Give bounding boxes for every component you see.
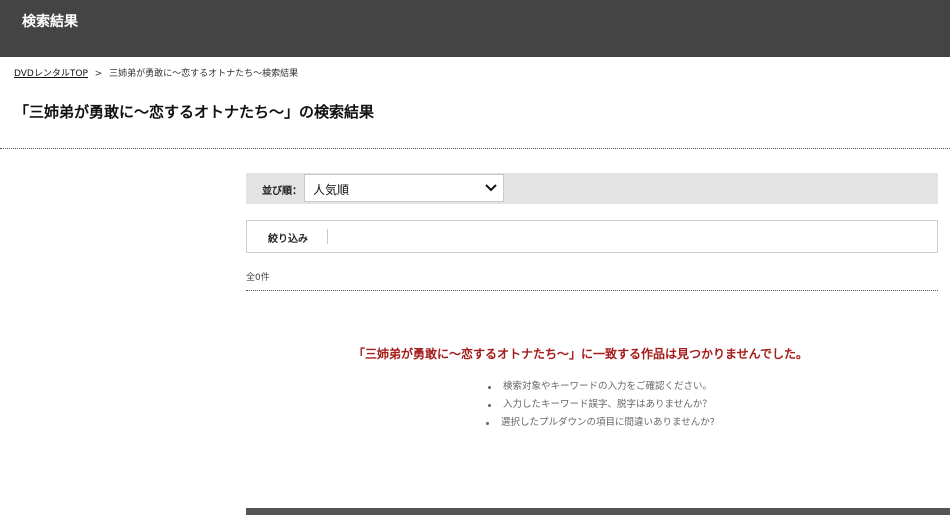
sort-bar: 並び順： 人気順 (246, 173, 938, 204)
filter-bar: 絞り込み (246, 220, 938, 253)
header-title: 検索結果 (22, 14, 78, 30)
breadcrumb-separator: > (94, 69, 103, 79)
filter-divider (327, 229, 328, 244)
breadcrumb-current: 三姉弟が勇敢に〜恋するオトナたち〜検索結果 (109, 69, 299, 79)
footer-bar (246, 508, 950, 515)
sort-label: 並び順： (262, 186, 302, 197)
search-tips-list: 検索対象やキーワードの入力をご確認ください。 入力したキーワード誤字、脱字はあり… (486, 378, 715, 432)
sort-selected-value: 人気順 (313, 183, 350, 197)
filter-label: 絞り込み (268, 234, 308, 245)
result-count: 全0件 (246, 273, 270, 283)
breadcrumb-home-link[interactable]: DVDレンタルTOP (14, 69, 88, 79)
result-divider (246, 290, 938, 291)
search-tip: 検索対象やキーワードの入力をご確認ください。 (488, 378, 715, 396)
no-results-message: 「三姉弟が勇敢に〜恋するオトナたち〜」に一致する作品は見つかりませんでした。 (353, 347, 809, 361)
title-divider (0, 148, 950, 149)
page-title: 「三姉弟が勇敢に〜恋するオトナたち〜」の検索結果 (14, 103, 375, 121)
breadcrumb: DVDレンタルTOP > 三姉弟が勇敢に〜恋するオトナたち〜検索結果 (14, 66, 298, 79)
sort-select[interactable]: 人気順 (304, 174, 504, 202)
chevron-down-icon (485, 184, 497, 192)
top-header-bar: 検索結果 (0, 0, 950, 57)
search-tip: 入力したキーワード誤字、脱字はありませんか？ (488, 396, 715, 414)
search-tip: 選択したプルダウンの項目に間違いありませんか? (486, 414, 715, 432)
filter-button[interactable]: 絞り込み (247, 221, 327, 252)
